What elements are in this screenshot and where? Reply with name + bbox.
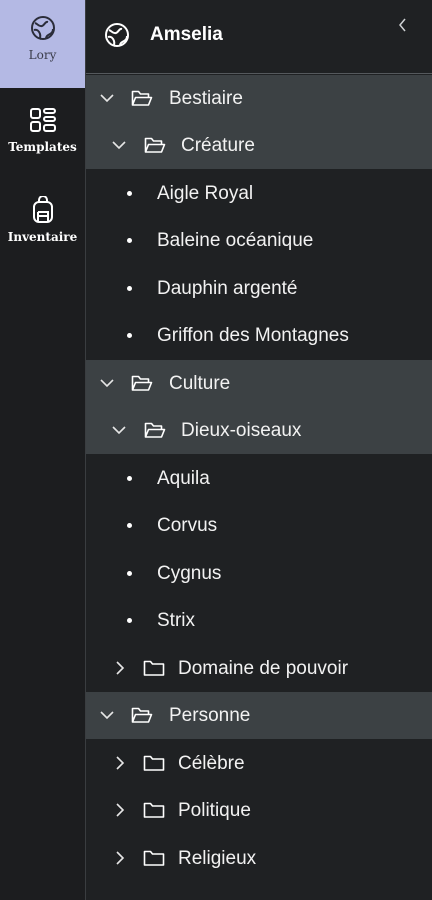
tree-item-baleine[interactable]: Baleine océanique	[86, 217, 432, 264]
app-rail: Lory Templates Inventaire	[0, 0, 85, 900]
tree-label: Domaine de pouvoir	[178, 658, 349, 679]
tree-folder-bestiaire[interactable]: Bestiaire	[86, 75, 432, 122]
tree-label: Politique	[178, 800, 251, 821]
bullet	[127, 238, 132, 243]
folder-icon	[143, 659, 165, 677]
bullet	[127, 571, 132, 576]
tree-label: Religieux	[178, 848, 257, 869]
rail-label-templates: Templates	[8, 140, 77, 154]
folder-open-icon	[144, 421, 166, 439]
folder-icon	[143, 849, 165, 867]
tree-folder-dieux-oiseaux[interactable]: Dieux-oiseaux	[86, 407, 432, 454]
chevron-left-icon[interactable]	[395, 15, 411, 35]
world-title: Amselia	[150, 24, 223, 45]
tree-panel: Amselia Bestiaire Créature Aigle Royal B	[86, 0, 432, 900]
tree-item-strix[interactable]: Strix	[86, 597, 432, 644]
rail-item-lory[interactable]: Lory	[0, 0, 85, 88]
tree-label: Baleine océanique	[157, 230, 314, 251]
tree-folder-culture[interactable]: Culture	[86, 360, 432, 407]
bullet	[127, 618, 132, 623]
tree-item-aquila[interactable]: Aquila	[86, 455, 432, 502]
tree-label: Culture	[169, 373, 231, 394]
globe-icon	[104, 22, 130, 48]
chevron-right-icon	[111, 754, 129, 772]
bullet	[127, 523, 132, 528]
rail-label-inventaire: Inventaire	[7, 230, 78, 244]
tree-label: Célèbre	[178, 753, 245, 774]
tree-item-corvus[interactable]: Corvus	[86, 502, 432, 549]
tree-label: Bestiaire	[169, 88, 243, 109]
bullet	[127, 286, 132, 291]
tree-label: Personne	[169, 705, 251, 726]
chevron-right-icon	[111, 801, 129, 819]
rail-item-templates[interactable]: Templates	[0, 92, 85, 180]
chevron-down-icon	[110, 136, 128, 154]
tree-item-aigle-royal[interactable]: Aigle Royal	[86, 170, 432, 217]
tree-label: Dauphin argenté	[157, 278, 298, 299]
globe-icon	[29, 14, 57, 42]
rail-label-lory: Lory	[28, 48, 57, 62]
chevron-down-icon	[98, 706, 116, 724]
bullet	[127, 476, 132, 481]
folder-open-icon	[131, 706, 153, 724]
rail-item-inventaire[interactable]: Inventaire	[0, 182, 85, 270]
tree-folder-celebre[interactable]: Célèbre	[86, 740, 432, 787]
backpack-icon	[29, 196, 57, 224]
folder-open-icon	[131, 89, 153, 107]
tree-label: Corvus	[157, 515, 218, 536]
tree-label: Strix	[157, 610, 195, 631]
tree-folder-religieux[interactable]: Religieux	[86, 835, 432, 882]
folder-icon	[143, 754, 165, 772]
folder-open-icon	[144, 136, 166, 154]
tree-item-dauphin[interactable]: Dauphin argenté	[86, 265, 432, 312]
tree-label: Dieux-oiseaux	[181, 420, 302, 441]
bullet	[127, 191, 132, 196]
panel-header: Amselia	[86, 0, 432, 74]
chevron-down-icon	[98, 89, 116, 107]
tree-label: Aquila	[157, 468, 210, 489]
chevron-right-icon	[111, 849, 129, 867]
chevron-down-icon	[110, 421, 128, 439]
tree-item-cygnus[interactable]: Cygnus	[86, 550, 432, 597]
grid-icon	[29, 106, 57, 134]
folder-open-icon	[131, 374, 153, 392]
tree-label: Griffon des Montagnes	[157, 325, 349, 346]
chevron-right-icon	[111, 659, 129, 677]
tree-item-griffon[interactable]: Griffon des Montagnes	[86, 312, 432, 359]
tree-label: Cygnus	[157, 563, 222, 584]
tree-folder-domaine-de-pouvoir[interactable]: Domaine de pouvoir	[86, 645, 432, 692]
tree-folder-creature[interactable]: Créature	[86, 122, 432, 169]
chevron-down-icon	[98, 374, 116, 392]
tree-folder-personne[interactable]: Personne	[86, 692, 432, 739]
tree-folder-politique[interactable]: Politique	[86, 787, 432, 834]
tree-label: Créature	[181, 135, 255, 156]
folder-icon	[143, 801, 165, 819]
tree-label: Aigle Royal	[157, 183, 254, 204]
bullet	[127, 333, 132, 338]
